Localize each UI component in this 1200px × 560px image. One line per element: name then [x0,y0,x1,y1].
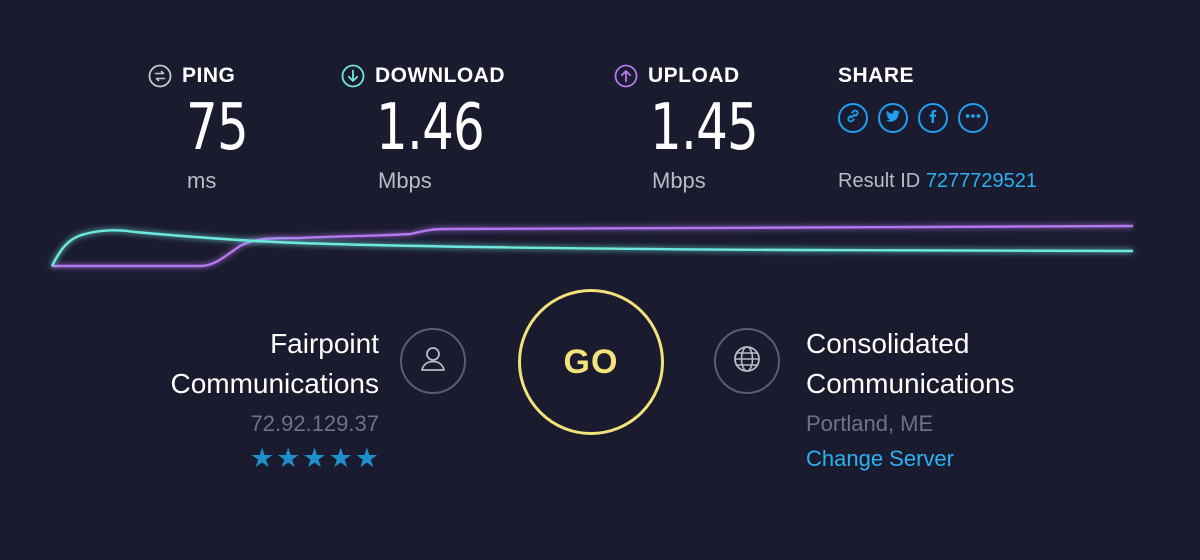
go-button[interactable]: GO [518,289,664,435]
globe-icon [730,342,764,381]
user-icon [416,342,450,381]
server-name: Consolidated Communications [806,324,1015,404]
server-globe-button[interactable] [714,328,780,394]
download-speed-line [50,229,1134,267]
change-server-link[interactable]: Change Server [806,446,954,472]
isp-name-line1: Fairpoint [270,328,379,359]
server-location: Portland, ME [806,411,934,436]
isp-ip: 72.92.129.37 [250,411,379,436]
go-label: GO [563,342,619,381]
isp-user-button[interactable] [400,328,466,394]
server-name-line2: Communications [806,368,1015,399]
upload-speed-line [52,224,1134,268]
isp-name-line2: Communications [170,368,379,399]
isp-rating-stars[interactable]: ★★★★★ [250,443,381,474]
speed-graph [50,224,1134,268]
server-name-line1: Consolidated [806,328,970,359]
isp-name: Fairpoint Communications [170,324,379,404]
